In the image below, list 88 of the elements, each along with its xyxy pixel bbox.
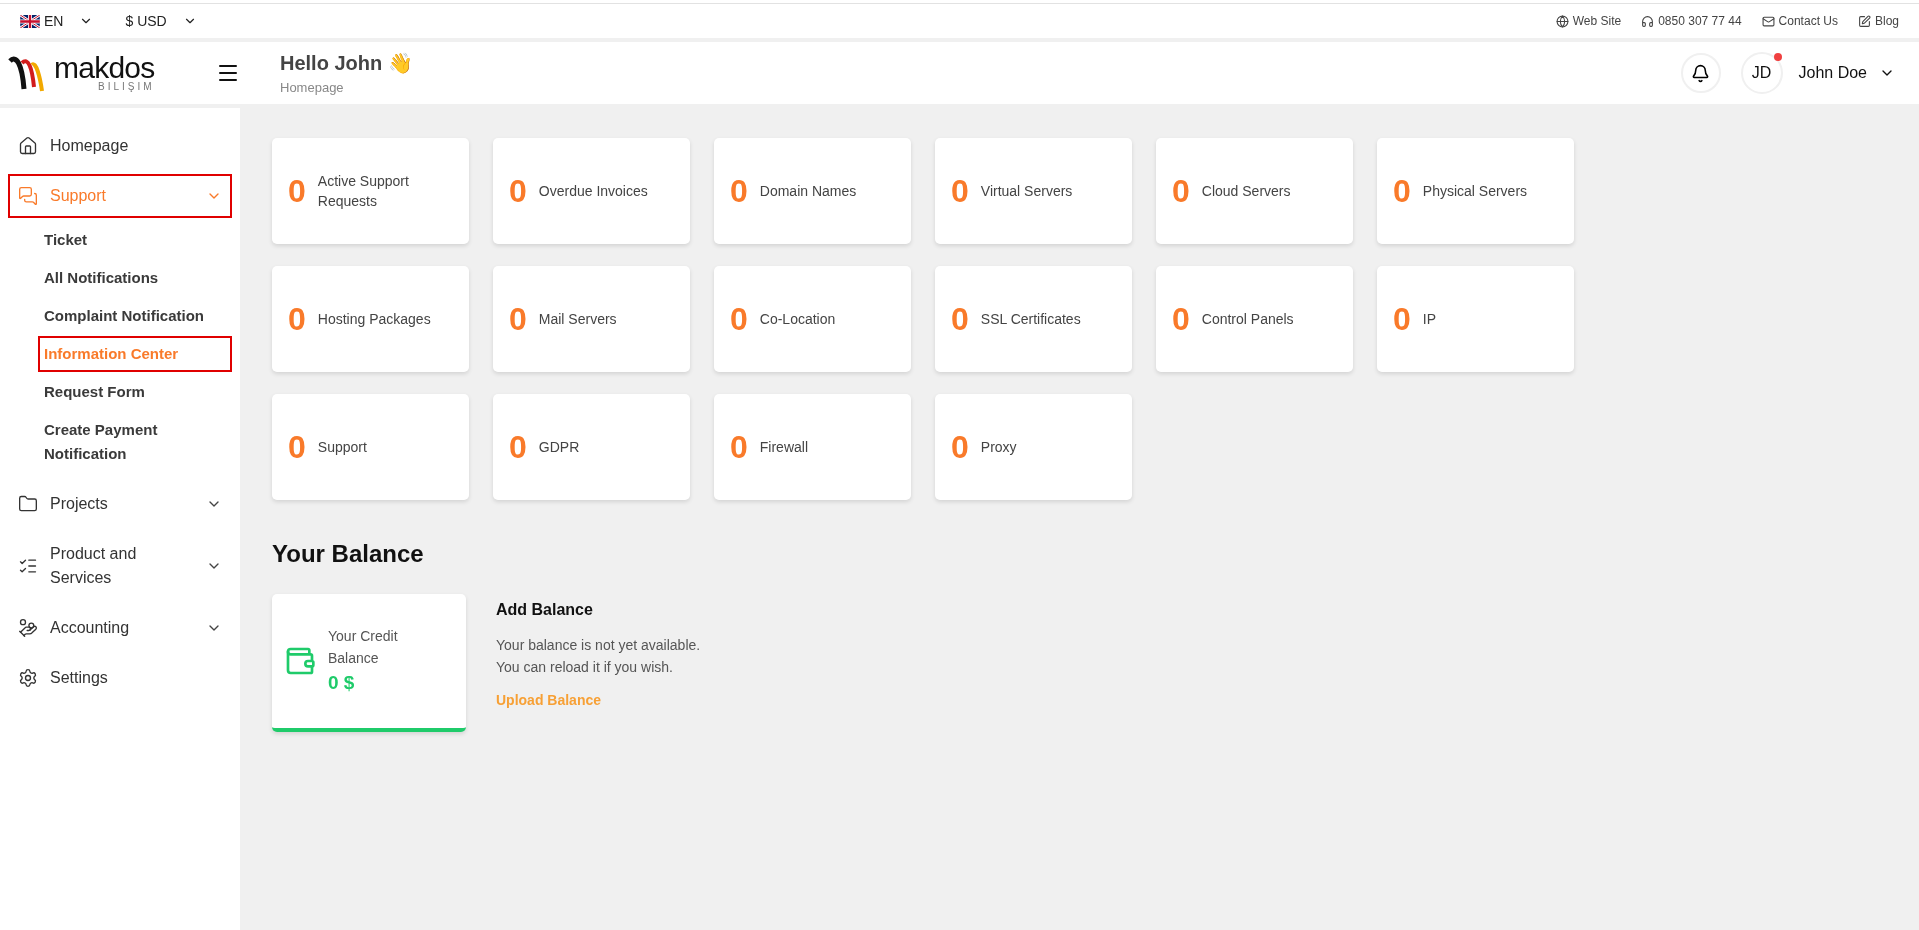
logo-tagline: BILIŞIM: [97, 82, 155, 92]
envelope-icon: [1761, 14, 1775, 28]
logo-name: makdos: [54, 54, 155, 82]
breadcrumb: Homepage: [280, 79, 345, 98]
edit-icon: [1857, 14, 1871, 28]
stat-count: 0: [951, 172, 969, 211]
stat-label: Cloud Servers: [1201, 182, 1291, 201]
credit-amount: 0 $: [328, 670, 356, 695]
stat-label: GDPR: [538, 438, 580, 457]
stat-count: 0: [1393, 300, 1411, 339]
submenu-item[interactable]: Request Form: [38, 374, 232, 410]
stat-label: Firewall: [759, 438, 809, 457]
stat-card[interactable]: 0 Domain Names: [714, 138, 911, 244]
top-link[interactable]: Web Site: [1555, 12, 1622, 30]
stat-card[interactable]: 0 Hosting Packages: [272, 266, 469, 372]
stat-count: 0: [509, 300, 527, 339]
stat-card[interactable]: 0 Mail Servers: [493, 266, 690, 372]
submenu-item[interactable]: Create Payment Notification: [38, 412, 232, 472]
stat-label: Hosting Packages: [317, 310, 431, 329]
stat-count: 0: [730, 172, 748, 211]
stat-label: Co-Location: [759, 310, 836, 329]
section-title: Your Balance: [272, 539, 425, 569]
sidebar-item[interactable]: Product and Services: [8, 532, 232, 600]
stat-count: 0: [1172, 300, 1190, 339]
stat-label: Control Panels: [1201, 310, 1294, 329]
list-icon: [18, 556, 38, 576]
headset-icon: [1641, 14, 1655, 28]
submenu-item[interactable]: All Notifications: [38, 260, 232, 296]
currency-selector[interactable]: $ USD: [125, 10, 197, 32]
globe-icon: [1555, 14, 1569, 28]
stat-count: 0: [288, 300, 306, 339]
stat-count: 0: [730, 428, 748, 467]
home-icon: [18, 136, 38, 156]
stat-count: 0: [288, 172, 306, 211]
stat-label: SSL Certificates: [980, 310, 1081, 329]
stat-label: Overdue Invoices: [538, 182, 648, 201]
stat-count: 0: [509, 428, 527, 467]
stat-card[interactable]: 0 IP: [1377, 266, 1574, 372]
stat-count: 0: [951, 428, 969, 467]
submenu-item[interactable]: Ticket: [38, 222, 232, 258]
stat-card[interactable]: 0 Firewall: [714, 394, 911, 500]
stat-card[interactable]: 0 Physical Servers: [1377, 138, 1574, 244]
stat-count: 0: [1172, 172, 1190, 211]
add-balance-title: Add Balance: [496, 600, 594, 620]
top-link[interactable]: 0850 307 77 44: [1641, 12, 1742, 30]
flag-icon: [20, 14, 40, 28]
user-menu-button[interactable]: John Doe: [1798, 61, 1895, 85]
stat-count: 0: [509, 172, 527, 211]
stat-card[interactable]: 0 Co-Location: [714, 266, 911, 372]
stat-card[interactable]: 0 SSL Certificates: [935, 266, 1132, 372]
stat-card[interactable]: 0 Support: [272, 394, 469, 500]
stat-card[interactable]: 0 Cloud Servers: [1156, 138, 1353, 244]
sidebar-item[interactable]: Settings: [8, 656, 232, 700]
sidebar-item[interactable]: Accounting: [8, 606, 232, 650]
stat-card[interactable]: 0 Proxy: [935, 394, 1132, 500]
top-link[interactable]: Blog: [1857, 12, 1899, 30]
balance-text: You can reload it if you wish.: [496, 658, 674, 677]
stat-label: Active Support Requests: [317, 172, 410, 211]
stat-label: Physical Servers: [1422, 182, 1528, 201]
chat-icon: [18, 186, 38, 206]
settings-icon: [18, 668, 38, 688]
balance-text: Your balance is not yet available.: [496, 636, 701, 655]
stat-count: 0: [730, 300, 748, 339]
stat-label: Virtual Servers: [980, 182, 1073, 201]
stat-count: 0: [1393, 172, 1411, 211]
stat-label: Support: [317, 438, 367, 457]
folder-icon: [18, 494, 38, 514]
stat-label: Mail Servers: [538, 310, 617, 329]
bell-icon: [1691, 63, 1710, 83]
stat-card[interactable]: 0 GDPR: [493, 394, 690, 500]
sidebar-item[interactable]: Projects: [8, 482, 232, 526]
top-link[interactable]: Contact Us: [1761, 12, 1838, 30]
stat-count: 0: [288, 428, 306, 467]
language-selector[interactable]: EN: [20, 10, 94, 32]
sidebar-item[interactable]: Homepage: [8, 124, 232, 168]
greeting: Hello John 👋: [280, 51, 413, 77]
stat-label: Domain Names: [759, 182, 857, 201]
stat-card[interactable]: 0 Virtual Servers: [935, 138, 1132, 244]
notification-button[interactable]: [1680, 53, 1721, 93]
stat-label: Proxy: [980, 438, 1017, 457]
stat-count: 0: [951, 300, 969, 339]
submenu-item[interactable]: Complaint Notification: [38, 298, 232, 334]
wallet-icon: [284, 645, 316, 677]
hand-coins-icon: [18, 618, 38, 638]
stat-card[interactable]: 0 Overdue Invoices: [493, 138, 690, 244]
stat-label: IP: [1422, 310, 1437, 329]
credit-label: Your Credit Balance: [328, 626, 399, 668]
stat-card[interactable]: 0 Control Panels: [1156, 266, 1353, 372]
